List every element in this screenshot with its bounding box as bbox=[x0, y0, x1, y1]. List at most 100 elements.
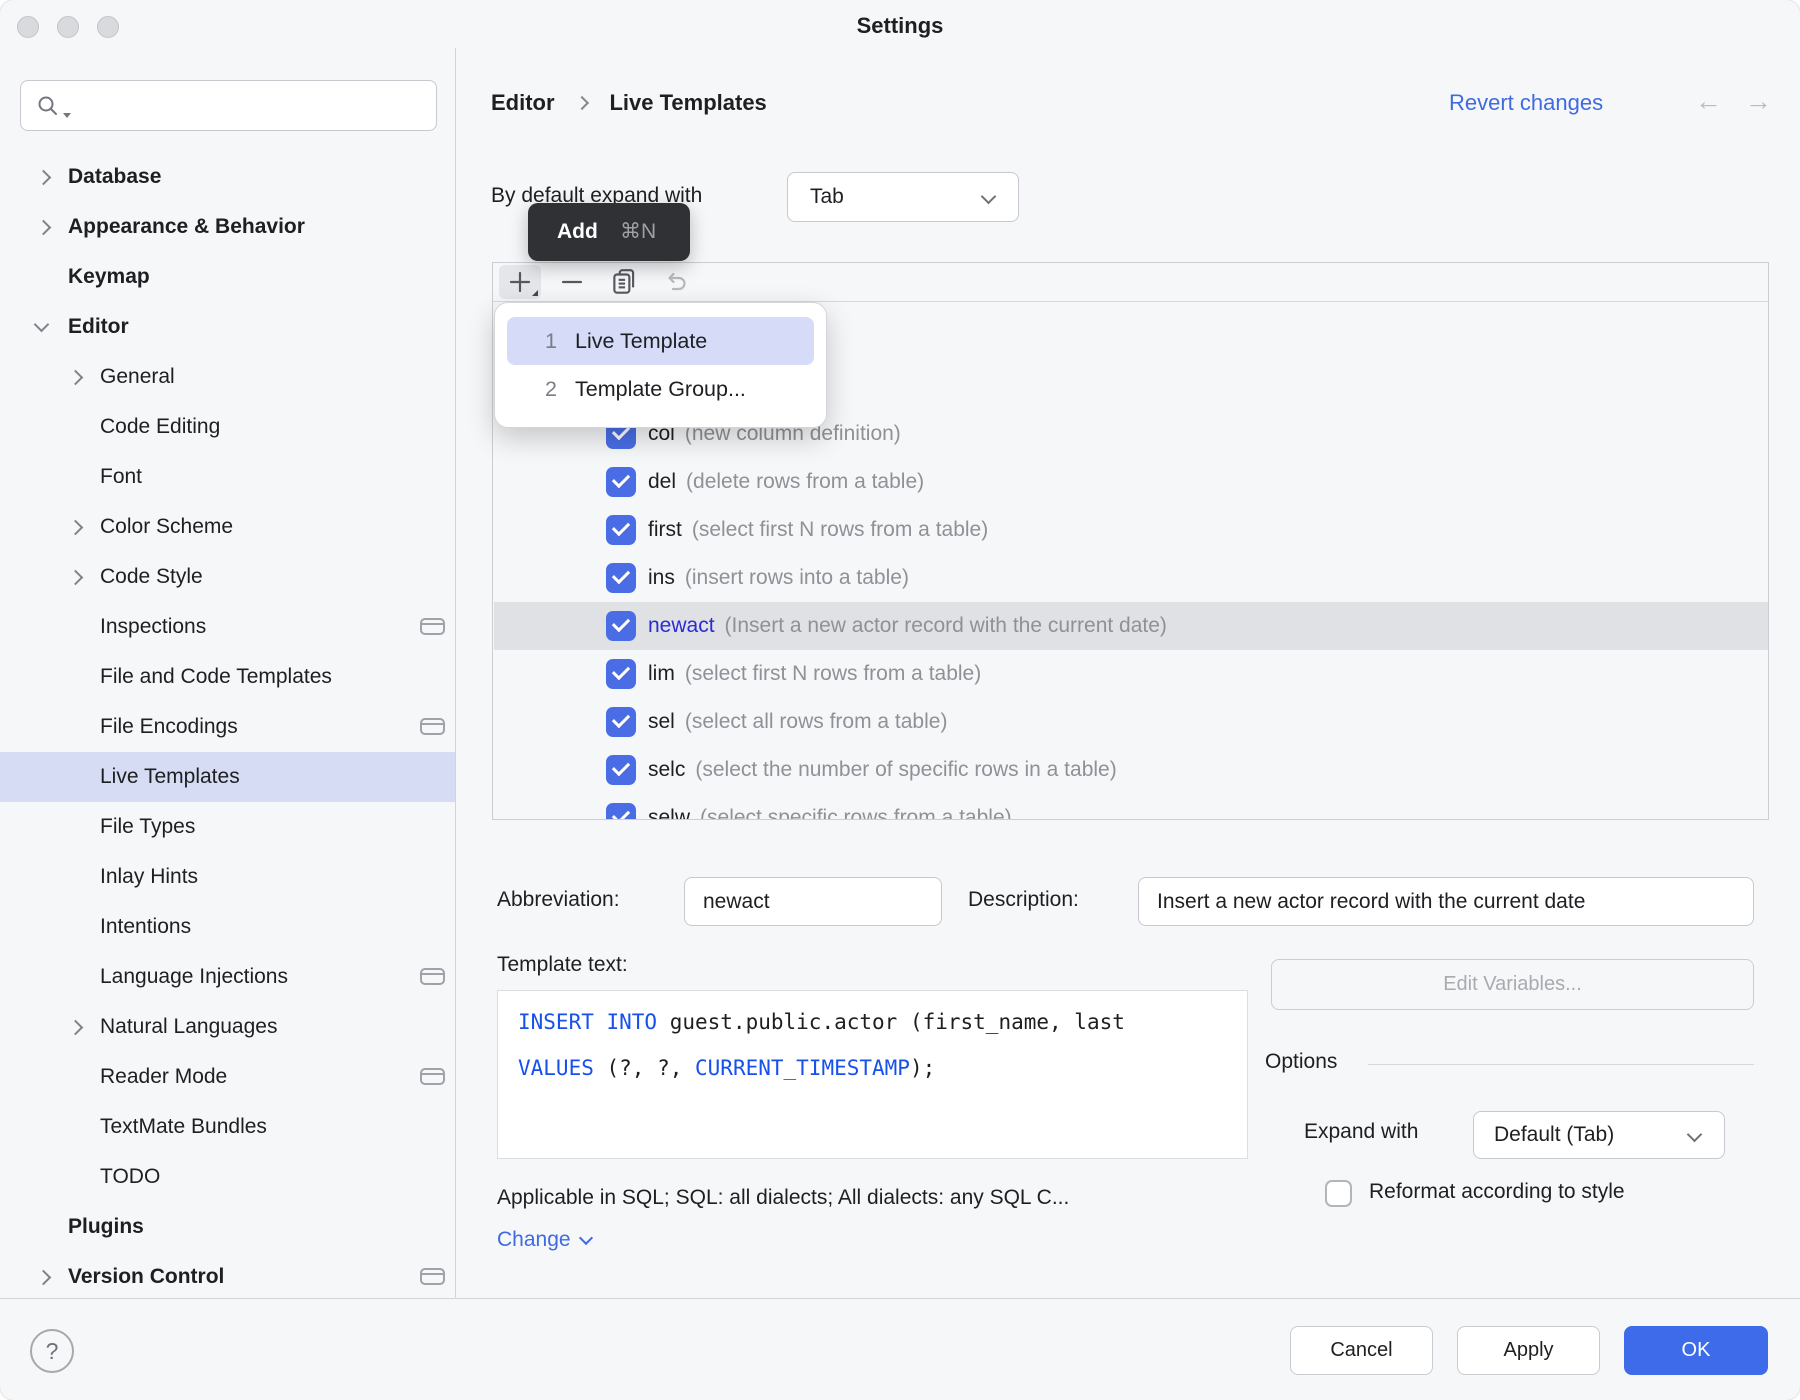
chevron-right-icon[interactable] bbox=[36, 220, 52, 236]
template-row-newact-selected[interactable]: newact(Insert a new actor record with th… bbox=[494, 602, 1768, 650]
template-row-lim[interactable]: lim(select first N rows from a table) bbox=[494, 650, 1768, 698]
sidebar-item-file-types[interactable]: File Types bbox=[0, 802, 455, 852]
sidebar-item-inlay-hints[interactable]: Inlay Hints bbox=[0, 852, 455, 902]
add-tooltip: Add ⌘N bbox=[528, 203, 690, 261]
description-input[interactable] bbox=[1155, 881, 1743, 923]
sidebar-item-label: TextMate Bundles bbox=[100, 1102, 267, 1152]
sidebar-item-language-injections[interactable]: Language Injections bbox=[0, 952, 455, 1002]
settings-search-field[interactable] bbox=[20, 80, 437, 131]
copy-icon bbox=[610, 267, 638, 297]
per-project-settings-icon bbox=[420, 968, 445, 985]
apply-button[interactable]: Apply bbox=[1457, 1326, 1600, 1375]
chevron-right-icon[interactable] bbox=[68, 520, 84, 536]
ok-button[interactable]: OK bbox=[1624, 1326, 1768, 1375]
sidebar-item-label: File and Code Templates bbox=[100, 652, 332, 702]
template-row-sel[interactable]: sel(select all rows from a table) bbox=[494, 698, 1768, 746]
breadcrumb-editor[interactable]: Editor bbox=[491, 90, 555, 115]
checkbox-checked-icon[interactable] bbox=[606, 803, 636, 820]
template-text-editor[interactable]: INSERT INTO guest.public.actor (first_na… bbox=[497, 990, 1248, 1159]
remove-button[interactable] bbox=[551, 265, 593, 299]
edit-variables-button[interactable]: Edit Variables... bbox=[1271, 959, 1754, 1010]
sidebar-item-database[interactable]: Database bbox=[0, 152, 455, 202]
checkbox-checked-icon[interactable] bbox=[606, 707, 636, 737]
sidebar-item-label: Font bbox=[100, 452, 142, 502]
template-name: selc bbox=[648, 758, 685, 781]
menu-item-live-template[interactable]: 1 Live Template bbox=[507, 317, 814, 365]
sidebar-item-color-scheme[interactable]: Color Scheme bbox=[0, 502, 455, 552]
sidebar-item-code-editing[interactable]: Code Editing bbox=[0, 402, 455, 452]
duplicate-button[interactable] bbox=[603, 265, 645, 299]
chevron-down-icon[interactable] bbox=[34, 317, 50, 333]
sidebar-item-appearance-behavior[interactable]: Appearance & Behavior bbox=[0, 202, 455, 252]
sidebar-item-todo[interactable]: TODO bbox=[0, 1152, 455, 1202]
sidebar-item-file-encodings[interactable]: File Encodings bbox=[0, 702, 455, 752]
checkbox-checked-icon[interactable] bbox=[606, 659, 636, 689]
dropdown-value: Tab bbox=[810, 173, 844, 221]
expand-with-dropdown[interactable]: Default (Tab) bbox=[1473, 1111, 1725, 1159]
help-button[interactable]: ? bbox=[30, 1329, 74, 1373]
chevron-right-icon[interactable] bbox=[68, 570, 84, 586]
sidebar-item-plugins[interactable]: Plugins bbox=[0, 1202, 455, 1252]
checkbox-checked-icon[interactable] bbox=[606, 755, 636, 785]
checkbox-checked-icon[interactable] bbox=[606, 611, 636, 641]
sidebar-item-intentions[interactable]: Intentions bbox=[0, 902, 455, 952]
dropdown-corner-triangle-icon bbox=[532, 290, 538, 296]
menu-item-template-group[interactable]: 2 Template Group... bbox=[507, 365, 814, 413]
checkbox-checked-icon[interactable] bbox=[606, 563, 636, 593]
sidebar-item-live-templates[interactable]: Live Templates bbox=[0, 752, 455, 802]
chevron-right-icon[interactable] bbox=[36, 1270, 52, 1286]
reformat-checkbox[interactable] bbox=[1325, 1180, 1352, 1207]
sidebar-item-code-style[interactable]: Code Style bbox=[0, 552, 455, 602]
abbreviation-input[interactable] bbox=[701, 881, 931, 923]
forward-arrow-icon[interactable]: → bbox=[1745, 86, 1772, 117]
template-name: ins bbox=[648, 566, 675, 589]
per-project-settings-icon bbox=[420, 718, 445, 735]
sidebar-item-label: Natural Languages bbox=[100, 1002, 277, 1052]
sidebar-item-inspections[interactable]: Inspections bbox=[0, 602, 455, 652]
window-title: Settings bbox=[0, 13, 1800, 39]
revert-changes-link[interactable]: Revert changes bbox=[1449, 88, 1603, 118]
template-row-del[interactable]: del(delete rows from a table) bbox=[494, 458, 1768, 506]
sidebar-item-font[interactable]: Font bbox=[0, 452, 455, 502]
default-expand-dropdown[interactable]: Tab bbox=[787, 172, 1019, 222]
chevron-right-icon[interactable] bbox=[68, 1020, 84, 1036]
breadcrumb-chevron-icon bbox=[575, 96, 589, 110]
template-name: del bbox=[648, 470, 676, 493]
sidebar-item-reader-mode[interactable]: Reader Mode bbox=[0, 1052, 455, 1102]
template-name: first bbox=[648, 518, 682, 541]
sidebar-item-version-control[interactable]: Version Control bbox=[0, 1252, 455, 1302]
template-row-selc[interactable]: selc (select the number of specific rows … bbox=[494, 746, 1768, 794]
checkbox-checked-icon[interactable] bbox=[606, 515, 636, 545]
add-button[interactable] bbox=[499, 265, 541, 299]
sidebar-item-general[interactable]: General bbox=[0, 352, 455, 402]
template-row-first[interactable]: first (select first N rows from a table) bbox=[494, 506, 1768, 554]
applicable-contexts-text: Applicable in SQL; SQL: all dialects; Al… bbox=[497, 1186, 1069, 1210]
template-name: newact bbox=[648, 614, 715, 637]
sidebar-item-file-and-code-templates[interactable]: File and Code Templates bbox=[0, 652, 455, 702]
page-title: Live Templates bbox=[609, 90, 766, 115]
cancel-button[interactable]: Cancel bbox=[1290, 1326, 1433, 1375]
sidebar-item-textmate-bundles[interactable]: TextMate Bundles bbox=[0, 1102, 455, 1152]
template-description: (select first N rows from a table) bbox=[692, 518, 988, 541]
options-separator bbox=[1368, 1064, 1754, 1065]
template-row-ins[interactable]: ins (insert rows into a table) bbox=[494, 554, 1768, 602]
sidebar-item-label: Appearance & Behavior bbox=[68, 202, 305, 252]
sidebar-item-label: Keymap bbox=[68, 252, 150, 302]
search-input[interactable] bbox=[79, 85, 423, 127]
sidebar-item-keymap[interactable]: Keymap bbox=[0, 252, 455, 302]
plus-icon bbox=[508, 270, 532, 294]
search-options-caret-icon[interactable] bbox=[63, 113, 71, 118]
back-arrow-icon[interactable]: ← bbox=[1695, 86, 1722, 117]
chevron-right-icon[interactable] bbox=[36, 170, 52, 186]
sidebar-item-editor[interactable]: Editor bbox=[0, 302, 455, 352]
template-description: (select all rows from a table) bbox=[685, 710, 948, 733]
template-description: (insert rows into a table) bbox=[685, 566, 909, 589]
sidebar-item-label: Code Style bbox=[100, 552, 203, 602]
template-description: (select the number of specific rows in a… bbox=[695, 758, 1116, 781]
restore-defaults-button[interactable] bbox=[655, 265, 697, 299]
template-row-selw[interactable]: selw(select specific rows from a table) bbox=[494, 794, 1768, 820]
chevron-right-icon[interactable] bbox=[68, 370, 84, 386]
sidebar-item-natural-languages[interactable]: Natural Languages bbox=[0, 1002, 455, 1052]
change-context-link[interactable]: Change bbox=[497, 1228, 591, 1252]
checkbox-checked-icon[interactable] bbox=[606, 467, 636, 497]
